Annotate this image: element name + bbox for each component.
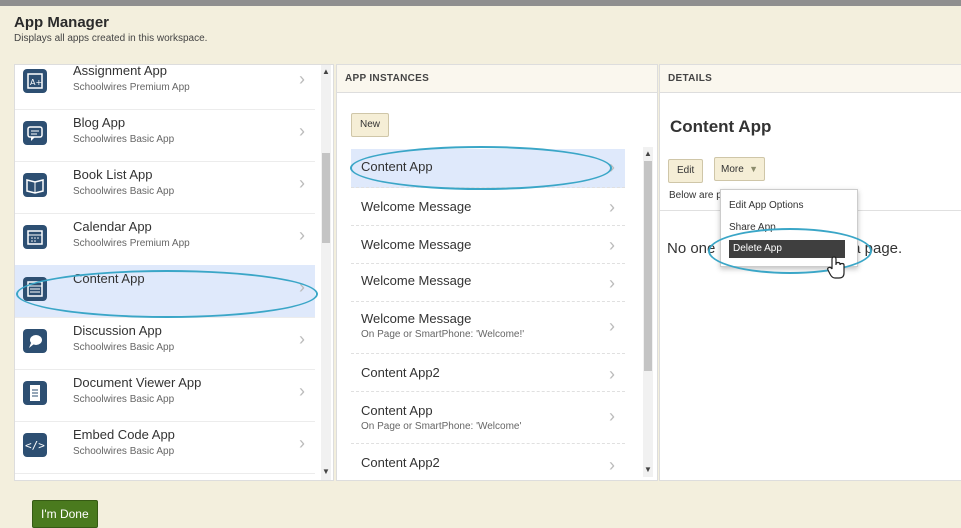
header: App Manager Displays all apps created in… bbox=[14, 14, 207, 44]
more-label: More bbox=[721, 164, 744, 175]
content-icon bbox=[23, 277, 47, 301]
app-item-document-viewer[interactable]: Document Viewer App Schoolwires Basic Ap… bbox=[15, 369, 315, 422]
app-item-blog[interactable]: Blog App Schoolwires Basic App › bbox=[15, 109, 315, 162]
apps-list-panel: A+ Assignment App Schoolwires Premium Ap… bbox=[14, 64, 334, 481]
details-header: DETAILS bbox=[660, 65, 961, 93]
app-name: Blog App bbox=[73, 115, 126, 130]
app-item-content[interactable]: Content App › bbox=[15, 265, 315, 318]
new-button[interactable]: New bbox=[351, 113, 390, 137]
more-button[interactable]: More ▼ bbox=[714, 157, 765, 181]
chevron-right-icon: › bbox=[609, 157, 615, 177]
chevron-right-icon: › bbox=[609, 197, 615, 217]
app-name: Assignment App bbox=[73, 64, 167, 78]
chevron-right-icon: › bbox=[609, 235, 615, 255]
instance-sub: On Page or SmartPhone: 'Welcome!' bbox=[361, 329, 525, 340]
app-item-assignment[interactable]: A+ Assignment App Schoolwires Premium Ap… bbox=[15, 64, 315, 110]
scroll-up-icon[interactable]: ▲ bbox=[643, 149, 653, 159]
instance-label: Content App bbox=[361, 403, 433, 418]
app-type: Schoolwires Premium App bbox=[73, 82, 190, 93]
instance-label: Content App2 bbox=[361, 365, 440, 380]
chevron-right-icon: › bbox=[299, 381, 305, 401]
edit-button[interactable]: Edit bbox=[668, 159, 704, 183]
app-type: Schoolwires Basic App bbox=[73, 446, 175, 457]
app-type: Schoolwires Basic App bbox=[73, 186, 175, 197]
page-subtitle: Displays all apps created in this worksp… bbox=[14, 33, 208, 44]
instances-header: APP INSTANCES bbox=[337, 65, 657, 93]
instance-item[interactable]: Welcome Message › bbox=[351, 187, 625, 226]
app-name: Embed Code App bbox=[73, 427, 175, 442]
chevron-right-icon: › bbox=[609, 316, 615, 336]
instance-label: Welcome Message bbox=[361, 273, 472, 288]
app-item-embed-code[interactable]: </> Embed Code App Schoolwires Basic App… bbox=[15, 421, 315, 474]
chevron-right-icon: › bbox=[299, 277, 305, 297]
app-type: Schoolwires Basic App bbox=[73, 342, 175, 353]
app-type: Schoolwires Basic App bbox=[73, 134, 175, 145]
instance-item[interactable]: Welcome Message › bbox=[351, 225, 625, 264]
app-name: Book List App bbox=[73, 167, 153, 182]
chevron-right-icon: › bbox=[609, 273, 615, 293]
chevron-right-icon: › bbox=[299, 433, 305, 453]
instances-scrollbar-thumb[interactable] bbox=[644, 161, 652, 371]
instance-label: Welcome Message bbox=[361, 199, 472, 214]
chevron-right-icon: › bbox=[299, 69, 305, 89]
instances-panel: APP INSTANCES New Content App › Welcome … bbox=[336, 64, 658, 481]
svg-text:</>: </> bbox=[25, 439, 45, 452]
instance-item[interactable]: Content App2 › bbox=[351, 443, 625, 479]
svg-text:A+: A+ bbox=[30, 78, 42, 87]
instance-item[interactable]: Welcome Message On Page or SmartPhone: '… bbox=[351, 301, 625, 354]
chevron-down-icon: ▼ bbox=[746, 164, 758, 174]
discussion-icon bbox=[23, 329, 47, 353]
hand-cursor-icon bbox=[826, 256, 848, 285]
chevron-right-icon: › bbox=[609, 364, 615, 384]
scroll-up-icon[interactable]: ▲ bbox=[321, 67, 331, 77]
app-name: Document Viewer App bbox=[73, 375, 202, 390]
instance-item[interactable]: Welcome Message › bbox=[351, 263, 625, 302]
scroll-down-icon[interactable]: ▼ bbox=[643, 465, 653, 475]
chevron-right-icon: › bbox=[609, 406, 615, 426]
chevron-right-icon: › bbox=[299, 173, 305, 193]
details-title: Content App bbox=[670, 117, 772, 136]
instance-label: Content App2 bbox=[361, 455, 440, 470]
instance-sub: On Page or SmartPhone: 'Welcome' bbox=[361, 421, 522, 432]
instance-item[interactable]: Content App On Page or SmartPhone: 'Welc… bbox=[351, 391, 625, 444]
app-type: Schoolwires Basic App bbox=[73, 394, 175, 405]
details-panel: DETAILS Content App Edit More ▼ Below ar… bbox=[659, 64, 961, 481]
done-button[interactable]: I'm Done bbox=[32, 500, 98, 528]
assignment-icon: A+ bbox=[23, 69, 47, 93]
chevron-right-icon: › bbox=[299, 225, 305, 245]
blog-icon bbox=[23, 121, 47, 145]
instance-label: Welcome Message bbox=[361, 311, 472, 326]
instance-item[interactable]: Content App2 › bbox=[351, 353, 625, 392]
book-icon bbox=[23, 173, 47, 197]
instance-label: Content App bbox=[361, 159, 433, 174]
chevron-right-icon: › bbox=[609, 455, 615, 475]
app-item-book-list[interactable]: Book List App Schoolwires Basic App › bbox=[15, 161, 315, 214]
app-name: Discussion App bbox=[73, 323, 162, 338]
chevron-right-icon: › bbox=[299, 329, 305, 349]
calendar-icon bbox=[23, 225, 47, 249]
menu-item-edit-app-options[interactable]: Edit App Options bbox=[729, 200, 804, 211]
apps-scrollbar-thumb[interactable] bbox=[322, 153, 330, 243]
document-icon bbox=[23, 381, 47, 405]
instance-label: Welcome Message bbox=[361, 237, 472, 252]
page-title: App Manager bbox=[14, 14, 110, 31]
app-manager-frame: App Manager Displays all apps created in… bbox=[0, 0, 961, 528]
app-name: Calendar App bbox=[73, 219, 152, 234]
menu-item-share-app[interactable]: Share App bbox=[729, 222, 776, 233]
instances-scrollbar[interactable]: ▲ ▼ bbox=[643, 147, 653, 477]
apps-scrollbar[interactable]: ▲ ▼ bbox=[321, 65, 331, 480]
chevron-right-icon: › bbox=[299, 121, 305, 141]
scroll-down-icon[interactable]: ▼ bbox=[321, 467, 331, 477]
app-item-calendar[interactable]: Calendar App Schoolwires Premium App › bbox=[15, 213, 315, 266]
app-name: Content App bbox=[73, 271, 145, 286]
app-item-discussion[interactable]: Discussion App Schoolwires Basic App › bbox=[15, 317, 315, 370]
instance-item[interactable]: Content App › bbox=[351, 149, 625, 188]
code-icon: </> bbox=[23, 433, 47, 457]
app-type: Schoolwires Premium App bbox=[73, 238, 190, 249]
